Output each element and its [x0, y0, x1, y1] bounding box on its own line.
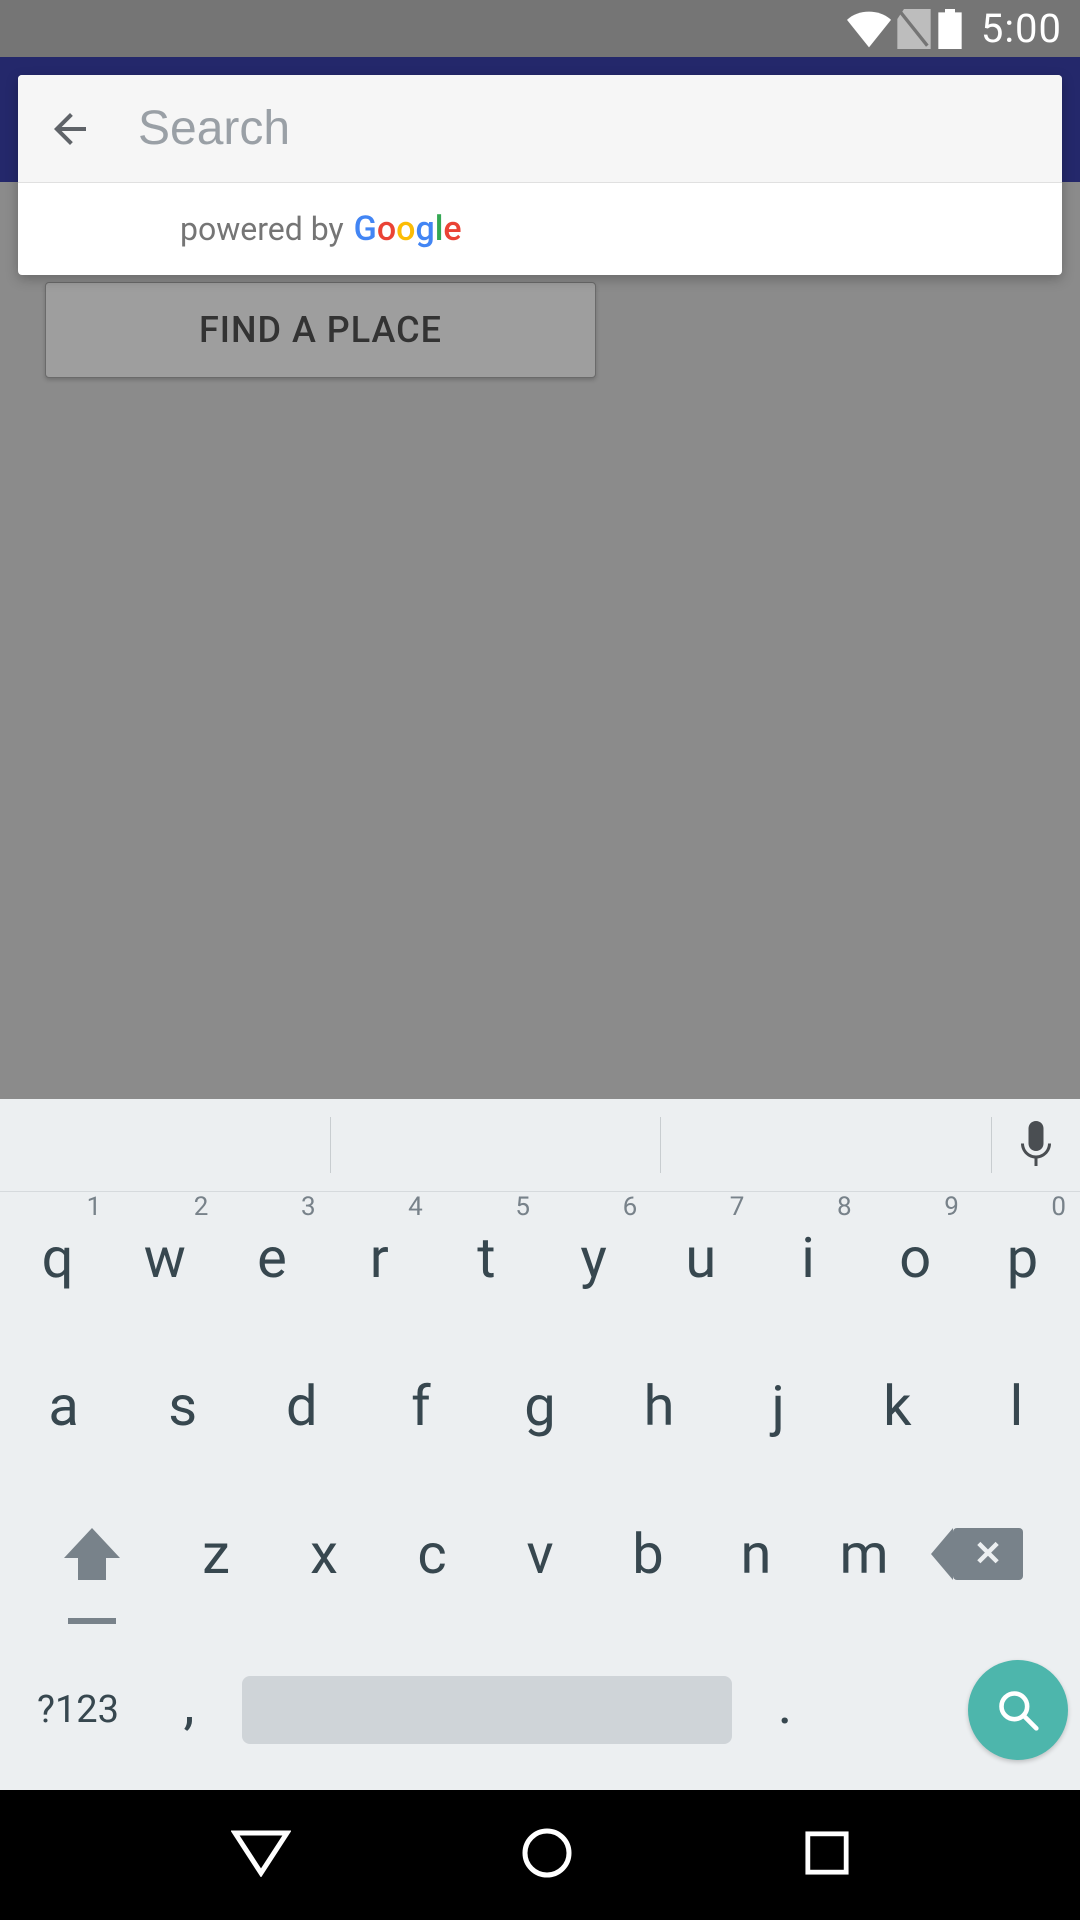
period-key[interactable]: . — [740, 1671, 830, 1749]
google-logo: Google — [354, 209, 462, 249]
search-header-row — [18, 75, 1062, 183]
key-k[interactable]: k — [838, 1350, 957, 1462]
key-u[interactable]: 7u — [647, 1202, 754, 1314]
key-row-4: ?123 , . — [0, 1646, 1080, 1774]
key-w[interactable]: 2w — [111, 1202, 218, 1314]
key-s[interactable]: s — [123, 1350, 242, 1462]
backspace-key[interactable]: ✕ — [918, 1498, 1058, 1610]
shift-icon — [64, 1528, 120, 1580]
key-r[interactable]: 4r — [326, 1202, 433, 1314]
key-e[interactable]: 3e — [218, 1202, 325, 1314]
status-time: 5:00 — [981, 5, 1062, 52]
wifi-icon — [847, 9, 891, 49]
space-key[interactable] — [242, 1676, 732, 1744]
key-g[interactable]: g — [480, 1350, 599, 1462]
microphone-icon — [1018, 1121, 1054, 1169]
voice-input-button[interactable] — [992, 1121, 1080, 1169]
battery-icon — [937, 9, 963, 49]
key-row-1: 1q2w3e4r5t6y7u8i9o0p — [4, 1202, 1076, 1314]
key-c[interactable]: c — [378, 1498, 486, 1610]
square-icon — [804, 1830, 850, 1876]
circle-icon — [521, 1827, 573, 1879]
key-p[interactable]: 0p — [969, 1202, 1076, 1314]
keyboard: 1q2w3e4r5t6y7u8i9o0p asdfghjkl zxcvbnm ✕… — [0, 1099, 1080, 1790]
key-t[interactable]: 5t — [433, 1202, 540, 1314]
key-h[interactable]: h — [600, 1350, 719, 1462]
search-icon — [996, 1688, 1040, 1732]
powered-by-text: powered by — [180, 210, 344, 248]
key-a[interactable]: a — [4, 1350, 123, 1462]
find-place-button[interactable]: FIND A PLACE — [45, 282, 596, 378]
back-button[interactable] — [42, 101, 98, 157]
status-bar: 5:00 — [0, 0, 1080, 57]
key-v[interactable]: v — [486, 1498, 594, 1610]
suggestion-slot-1[interactable] — [0, 1117, 331, 1173]
key-i[interactable]: 8i — [754, 1202, 861, 1314]
key-y[interactable]: 6y — [540, 1202, 647, 1314]
search-input[interactable] — [138, 101, 1038, 156]
recents-nav-button[interactable] — [804, 1830, 850, 1880]
find-place-label: FIND A PLACE — [199, 309, 442, 351]
key-j[interactable]: j — [719, 1350, 838, 1462]
navigation-bar — [0, 1790, 1080, 1920]
key-b[interactable]: b — [594, 1498, 702, 1610]
key-m[interactable]: m — [810, 1498, 918, 1610]
comma-key[interactable]: , — [144, 1671, 234, 1749]
key-f[interactable]: f — [361, 1350, 480, 1462]
backspace-icon: ✕ — [953, 1528, 1023, 1580]
key-z[interactable]: z — [162, 1498, 270, 1610]
key-o[interactable]: 9o — [862, 1202, 969, 1314]
key-x[interactable]: x — [270, 1498, 378, 1610]
triangle-down-icon — [231, 1829, 291, 1877]
back-nav-button[interactable] — [231, 1829, 291, 1881]
search-overlay: powered by Google — [18, 75, 1062, 275]
key-d[interactable]: d — [242, 1350, 361, 1462]
no-sim-icon — [897, 9, 931, 49]
suggestion-slot-2[interactable] — [331, 1117, 662, 1173]
search-action-key[interactable] — [968, 1660, 1068, 1760]
shift-key[interactable] — [22, 1498, 162, 1610]
key-n[interactable]: n — [702, 1498, 810, 1610]
powered-by-row: powered by Google — [18, 183, 1062, 275]
symbols-key[interactable]: ?123 — [12, 1688, 144, 1732]
arrow-back-icon — [46, 105, 94, 153]
key-row-3: zxcvbnm ✕ — [4, 1498, 1076, 1610]
key-q[interactable]: 1q — [4, 1202, 111, 1314]
shift-underline — [68, 1618, 116, 1624]
app-container: FIND A PLACE powered by Google 1q2 — [0, 57, 1080, 1790]
key-l[interactable]: l — [957, 1350, 1076, 1462]
suggestion-bar — [0, 1099, 1080, 1192]
home-nav-button[interactable] — [521, 1827, 573, 1883]
key-row-2: asdfghjkl — [4, 1350, 1076, 1462]
suggestion-slot-3[interactable] — [661, 1117, 992, 1173]
